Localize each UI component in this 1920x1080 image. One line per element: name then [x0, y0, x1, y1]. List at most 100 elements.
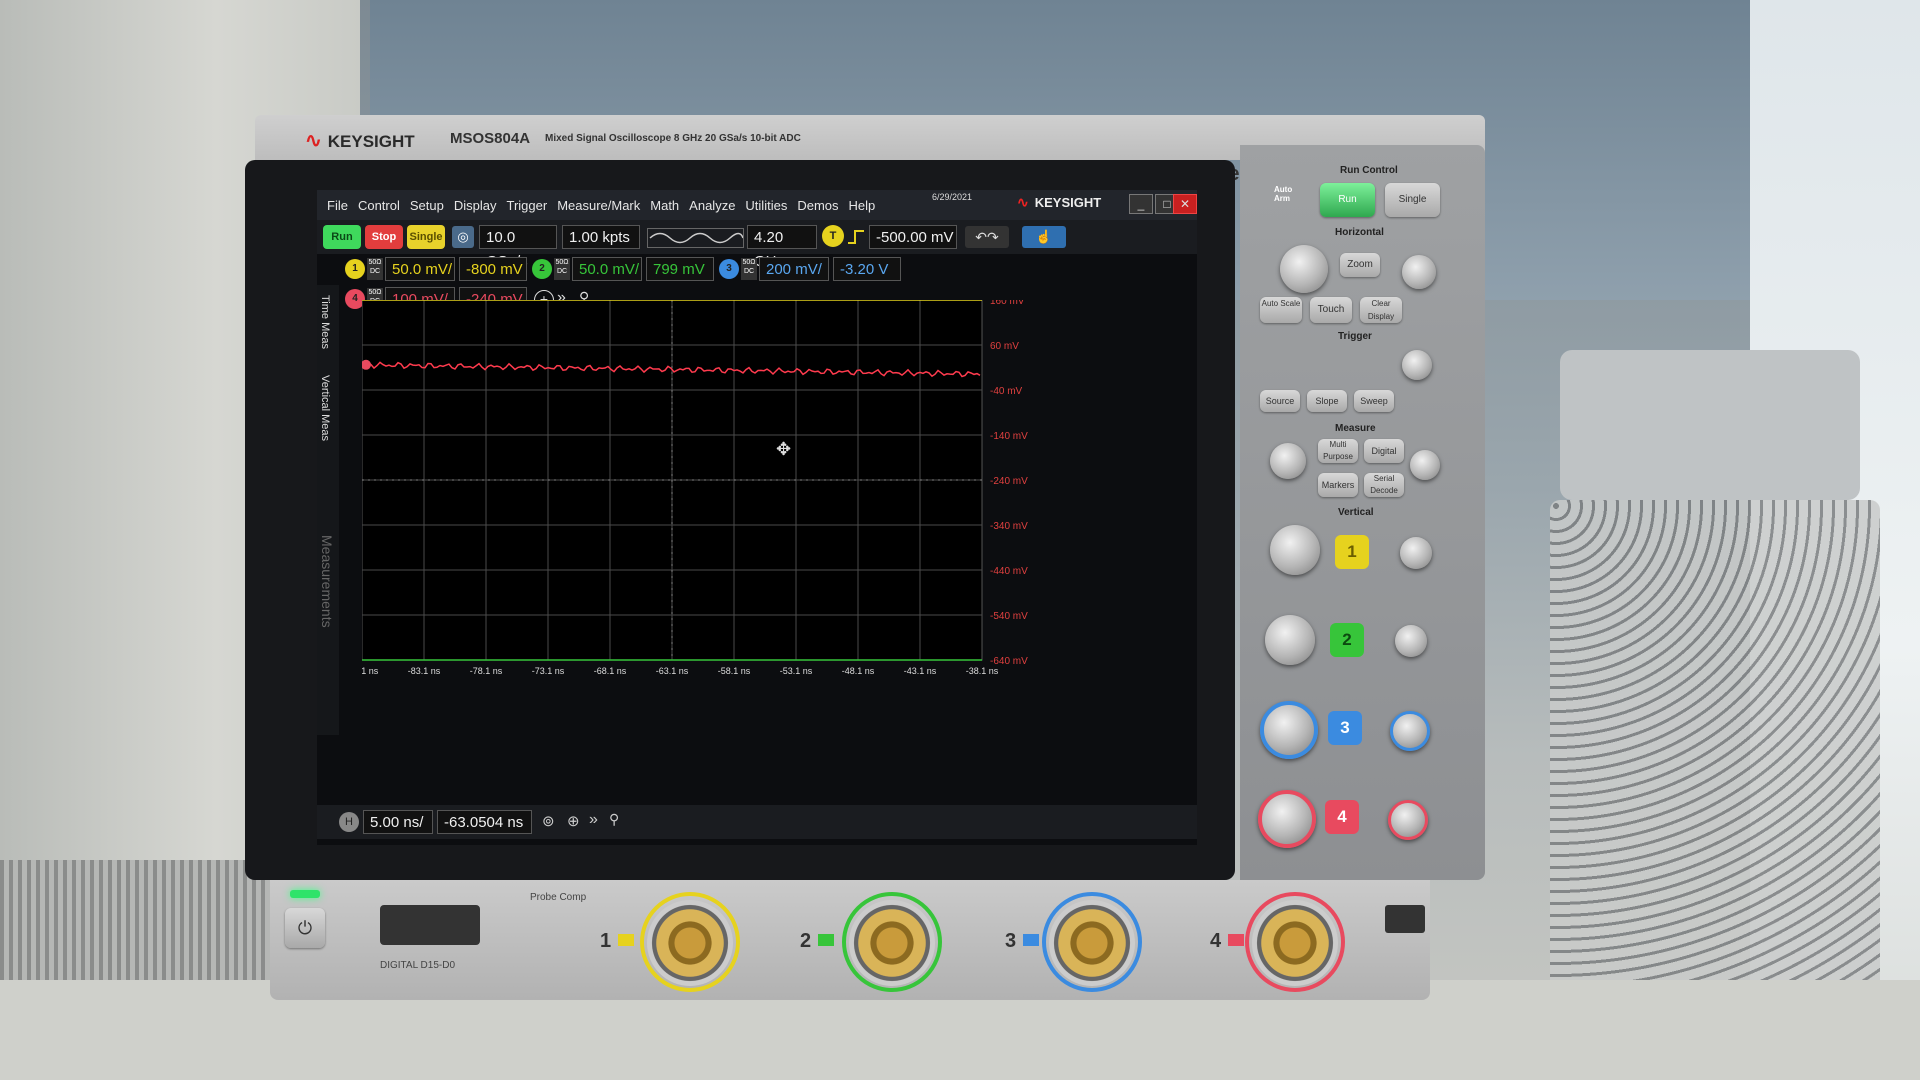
tab-vertical-meas[interactable]: Vertical Meas — [319, 375, 331, 441]
menu-measure-mark[interactable]: Measure/Mark — [557, 198, 640, 213]
ch3-scale-knob[interactable] — [1260, 701, 1318, 759]
horizontal-scale-knob[interactable] — [1280, 245, 1328, 293]
channel-1-scale[interactable]: 50.0 mV/ — [385, 257, 455, 281]
channel-3-scale[interactable]: 200 mV/ — [759, 257, 829, 281]
ch3-offset-knob[interactable] — [1390, 711, 1430, 751]
menu-control[interactable]: Control — [358, 198, 400, 213]
channel-3-indicator[interactable]: 3 — [719, 259, 739, 279]
front-connector-strip: ⏻ DIGITAL D15-D0 Probe Comp 1 2 3 4 — [270, 880, 1430, 1000]
bnc-2-color-mark — [818, 934, 834, 946]
bnc-2-connector[interactable] — [849, 900, 935, 986]
channel-2-indicator[interactable]: 2 — [532, 259, 552, 279]
menu-math[interactable]: Math — [650, 198, 679, 213]
source-button[interactable]: Source — [1260, 390, 1300, 412]
digital-connector[interactable] — [380, 905, 480, 945]
single-toolbar-button[interactable]: Single — [407, 225, 445, 249]
memory-depth-field[interactable]: 1.00 kpts — [562, 225, 640, 249]
close-button[interactable]: ✕ — [1173, 194, 1197, 214]
menu-demos[interactable]: Demos — [797, 198, 838, 213]
bnc-3-connector[interactable] — [1049, 900, 1135, 986]
channel-1-indicator[interactable]: 1 — [345, 259, 365, 279]
trigger-title: Trigger — [1338, 331, 1372, 342]
bnc-4-connector[interactable] — [1252, 900, 1338, 986]
usb-port[interactable] — [1385, 905, 1425, 933]
measure-knob[interactable] — [1270, 443, 1306, 479]
auto-arm-label: Auto Arm — [1274, 185, 1293, 203]
markers-button[interactable]: Markers — [1318, 473, 1358, 497]
channel-1-offset[interactable]: -800 mV — [459, 257, 527, 281]
channel-2-scale[interactable]: 50.0 mV/ — [572, 257, 642, 281]
run-toolbar-button[interactable]: Run — [323, 225, 361, 249]
x-axis-label: -78.1 ns — [470, 666, 503, 676]
rising-edge-icon[interactable] — [847, 228, 865, 246]
ch4-offset-knob[interactable] — [1388, 800, 1428, 840]
digital-button[interactable]: Digital — [1364, 439, 1404, 463]
touch-mode-icon[interactable]: ☝ — [1022, 226, 1066, 248]
bnc-1-number: 1 — [600, 930, 612, 952]
horizontal-icon[interactable]: H — [339, 812, 359, 832]
clear-display-button[interactable]: Clear Display — [1360, 297, 1402, 323]
serial-decode-button[interactable]: Serial Decode — [1364, 473, 1404, 497]
ch2-offset-knob[interactable] — [1395, 625, 1427, 657]
bandwidth-field[interactable]: 4.20 GHz — [747, 225, 817, 270]
ch1-scale-knob[interactable] — [1270, 525, 1320, 575]
waveform-plot[interactable]: 160 mV 60 mV -40 mV -140 mV -240 mV -340 mV -4… — [346, 296, 1122, 750]
trigger-level-knob[interactable] — [1402, 350, 1432, 380]
zoom-icon[interactable]: ⊚ — [542, 812, 555, 830]
ch2-scale-knob[interactable] — [1265, 615, 1315, 665]
channel-3-offset[interactable]: -3.20 V — [833, 257, 901, 281]
undo-redo-icon[interactable]: ↶↷ — [965, 226, 1009, 248]
horizontal-position-knob[interactable] — [1402, 255, 1436, 289]
menu-trigger[interactable]: Trigger — [506, 198, 547, 213]
minimize-button[interactable]: _ — [1129, 194, 1153, 214]
measure-knob-right[interactable] — [1410, 450, 1440, 480]
time-position-field[interactable]: -63.0504 ns — [437, 810, 532, 834]
single-button[interactable]: Single — [1385, 183, 1440, 217]
stop-toolbar-button[interactable]: Stop — [365, 225, 403, 249]
measure-title: Measure — [1335, 423, 1376, 434]
equipment-rack — [1550, 500, 1880, 1020]
timebase-field[interactable]: 5.00 ns/ — [363, 810, 433, 834]
channel-1-button[interactable]: 1 — [1335, 535, 1369, 569]
x-axis-label: -63.1 ns — [656, 666, 689, 676]
tab-measurements[interactable]: Measurements — [319, 535, 335, 628]
menu-display[interactable]: Display — [454, 198, 497, 213]
trigger-level-field[interactable]: -500.00 mV — [869, 225, 957, 249]
multi-purpose-button[interactable]: Multi Purpose — [1318, 439, 1358, 463]
bnc-1-connector[interactable] — [647, 900, 733, 986]
tab-time-meas[interactable]: Time Meas — [319, 295, 331, 349]
y-axis-label: -440 mV — [990, 566, 1028, 577]
run-button[interactable]: Run — [1320, 183, 1375, 217]
channel-3-button[interactable]: 3 — [1328, 711, 1362, 745]
bnc-4-number: 4 — [1210, 930, 1222, 952]
channel-4-button[interactable]: 4 — [1325, 800, 1359, 834]
default-setup-icon[interactable]: ◎ — [452, 226, 474, 248]
trigger-source-badge[interactable]: T — [822, 225, 844, 247]
channel-1-coupling-icon: 50Ω DC — [367, 258, 383, 280]
zoom-button[interactable]: Zoom — [1340, 253, 1380, 277]
channel-2-button[interactable]: 2 — [1330, 623, 1364, 657]
menu-analyze[interactable]: Analyze — [689, 198, 735, 213]
sweep-button[interactable]: Sweep — [1354, 390, 1394, 412]
menu-utilities[interactable]: Utilities — [745, 198, 787, 213]
grid-icon[interactable]: ⊕ — [567, 812, 580, 830]
x-axis-label: -58.1 ns — [718, 666, 751, 676]
power-led — [290, 890, 320, 898]
bottom-expand-chevron-icon[interactable]: » — [589, 811, 598, 829]
menu-help[interactable]: Help — [849, 198, 876, 213]
slope-button[interactable]: Slope — [1307, 390, 1347, 412]
ch1-offset-knob[interactable] — [1400, 537, 1432, 569]
sample-rate-field[interactable]: 10.0 GSa/s — [479, 225, 557, 270]
channel-2-offset[interactable]: 799 mV — [646, 257, 714, 281]
touch-button[interactable]: Touch — [1310, 297, 1352, 323]
menu-file[interactable]: File — [327, 198, 348, 213]
power-button[interactable]: ⏻ — [285, 908, 325, 948]
acquisition-waveform-icon[interactable] — [647, 228, 744, 248]
bottom-pin-icon[interactable]: ⚲ — [609, 811, 619, 828]
menu-setup[interactable]: Setup — [410, 198, 444, 213]
auto-scale-button[interactable]: Auto Scale — [1260, 297, 1302, 323]
brand-logo: ∿ KEYSIGHT — [305, 130, 415, 152]
model-number: MSOS804A — [450, 130, 531, 147]
ch4-scale-knob[interactable] — [1258, 790, 1316, 848]
bnc-2-number: 2 — [800, 930, 812, 952]
